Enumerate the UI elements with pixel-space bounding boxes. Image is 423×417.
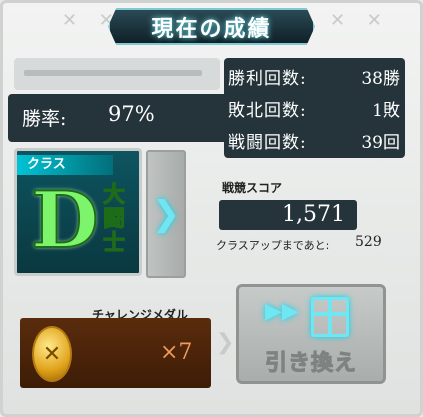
score-label: 戦競スコア: [222, 181, 283, 195]
wins-label: 勝利回数:: [228, 68, 307, 89]
exchange-button[interactable]: ▶▶ 引き換え: [236, 284, 386, 384]
fast-forward-icon: ▶▶: [265, 299, 299, 324]
exchange-label: 引き換え: [264, 350, 358, 377]
class-detail-button[interactable]: ❯: [146, 150, 186, 278]
losses-label: 敗北回数:: [228, 100, 307, 121]
score-value: 1,571: [219, 200, 357, 230]
wins-row: 勝利回数: 38勝: [228, 62, 400, 90]
cross-icon: ✕ ✕: [330, 10, 390, 31]
stats-header-bar: [14, 58, 220, 90]
page-title-text: 現在の成績: [151, 15, 272, 42]
class-label: クラス: [17, 155, 113, 175]
page-title: 現在の成績: [108, 8, 315, 45]
medal-coin-icon: ✕: [32, 326, 72, 382]
classup-label: クラスアップまであと:: [216, 239, 330, 252]
losses-value: 1敗: [372, 100, 400, 121]
class-rank-letter: D: [30, 175, 100, 266]
gift-icon: [311, 297, 349, 337]
chevron-right-icon: ❯: [216, 330, 235, 355]
class-name: 大闘士: [103, 182, 126, 256]
battles-row: 戦闘回数: 39回: [228, 126, 400, 154]
wins-value: 38勝: [361, 68, 400, 89]
win-rate-label: 勝率:: [22, 108, 67, 130]
classup-value: 529: [355, 234, 382, 250]
battles-value: 39回: [361, 132, 400, 153]
losses-row: 敗北回数: 1敗: [228, 94, 400, 122]
class-card: クラス D 大闘士: [14, 148, 142, 276]
chevron-right-icon: ❯: [151, 194, 181, 234]
win-rate-value: 97%: [108, 102, 155, 126]
medal-count: ×7: [160, 340, 193, 365]
battles-label: 戦闘回数:: [228, 132, 307, 153]
